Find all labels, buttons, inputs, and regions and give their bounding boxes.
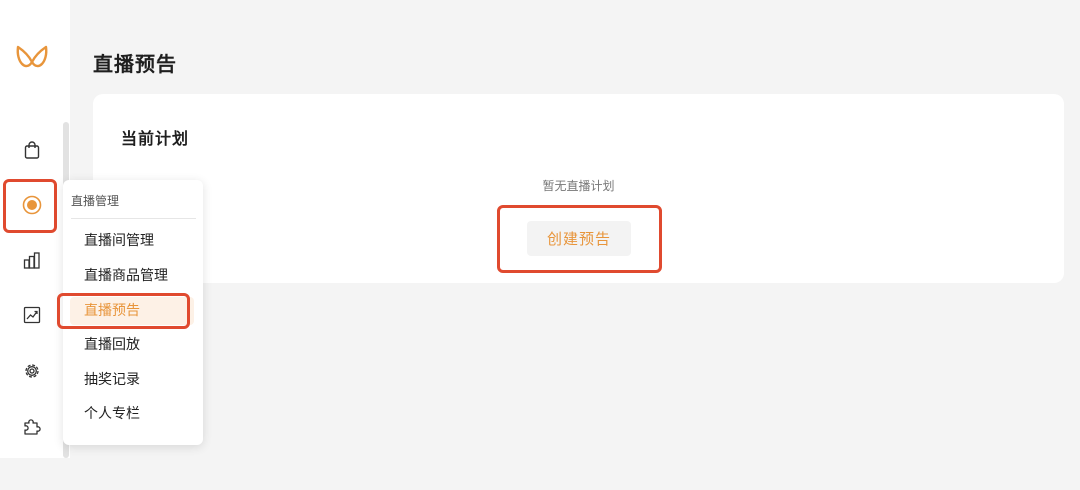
page-title: 直播预告 [93,52,177,76]
menu-item-personal-column[interactable]: 个人专栏 [70,400,194,428]
menu-item-lottery-records[interactable]: 抽奖记录 [70,366,194,394]
empty-state-text: 暂无直播计划 [542,179,615,193]
menu-header: 直播管理 [71,194,120,208]
active-menu-highlight [57,293,190,329]
menu-item-live-products[interactable]: 直播商品管理 [70,262,194,290]
shopping-bag-icon[interactable] [20,138,44,162]
active-rail-highlight [3,179,57,233]
create-button-highlight [497,205,662,273]
menu-item-live-replay[interactable]: 直播回放 [70,331,194,359]
bar-chart-icon[interactable] [20,248,44,272]
puzzle-icon[interactable] [20,414,44,438]
card-title: 当前计划 [121,129,190,148]
trend-chart-icon[interactable] [20,303,44,327]
menu-divider [71,218,196,219]
menu-item-live-room[interactable]: 直播间管理 [70,227,194,255]
gear-icon[interactable] [20,359,44,383]
brand-logo[interactable] [15,42,49,74]
rail-bottom-strip [0,458,70,490]
